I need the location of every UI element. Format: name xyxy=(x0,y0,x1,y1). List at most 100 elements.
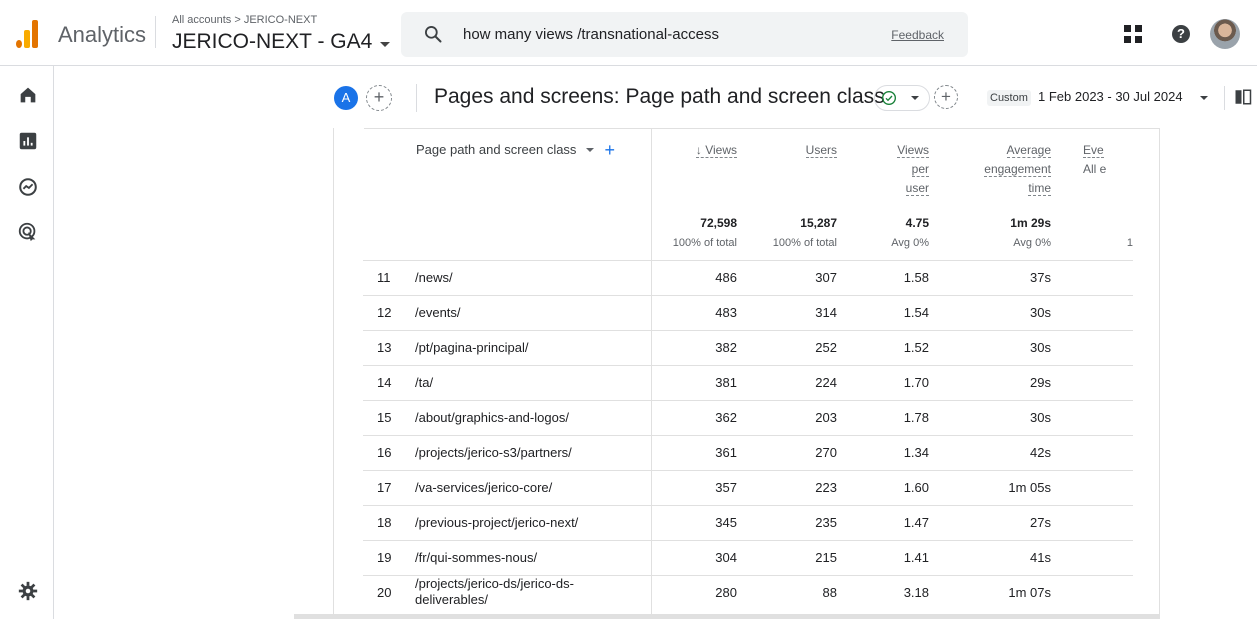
column-header-views-per-user[interactable]: Views per user xyxy=(855,141,929,198)
total-views-per-user-avg: Avg 0% xyxy=(891,237,929,249)
compare-columns-icon[interactable] xyxy=(1234,88,1252,106)
feedback-link[interactable]: Feedback xyxy=(891,28,944,42)
report-status-dropdown[interactable] xyxy=(874,85,930,111)
row-number: 18 xyxy=(377,515,392,530)
dimension-header[interactable]: Page path and screen class + xyxy=(416,141,615,159)
date-mode-label: Custom xyxy=(987,90,1031,106)
table-row[interactable]: 16/projects/jerico-s3/partners/361 270 1.3… xyxy=(363,435,1133,470)
views-per-user-cell: 1.41 xyxy=(903,550,929,565)
average-engagement-time-cell: 27s xyxy=(1030,515,1051,530)
users-cell: 252 xyxy=(815,340,837,355)
total-users-share: 100% of total xyxy=(772,237,837,249)
avatar[interactable] xyxy=(1210,19,1240,49)
total-views-per-user: 4.75 xyxy=(905,216,929,230)
average-engagement-time-cell: 30s xyxy=(1030,305,1051,320)
divider xyxy=(155,16,156,48)
total-views-share: 100% of total xyxy=(672,237,737,249)
property-selector[interactable]: JERICO-NEXT - GA4 xyxy=(172,30,391,54)
average-engagement-time-cell: 1m 05s xyxy=(1008,480,1051,495)
users-cell: 88 xyxy=(822,585,837,600)
views-per-user-cell: 1.52 xyxy=(903,340,929,355)
page-path-link[interactable]: /previous-project/jerico-next/ xyxy=(415,515,635,531)
row-number: 13 xyxy=(377,340,392,355)
settings-icon[interactable] xyxy=(17,580,39,602)
row-number: 15 xyxy=(377,410,392,425)
explore-icon[interactable] xyxy=(17,176,39,198)
divider xyxy=(1224,86,1225,110)
divider xyxy=(416,84,417,112)
table-row[interactable]: 20/projects/jerico-ds/jerico-ds-delivera… xyxy=(363,575,1133,610)
add-comparison-button[interactable]: + xyxy=(366,85,392,111)
table-row[interactable]: 12/events/483 314 1.54 30s xyxy=(363,295,1133,330)
add-dimension-button[interactable]: + xyxy=(604,141,615,159)
views-cell: 486 xyxy=(715,270,737,285)
property-name: JERICO-NEXT - GA4 xyxy=(172,30,373,53)
views-per-user-cell: 1.60 xyxy=(903,480,929,495)
views-cell: 362 xyxy=(715,410,737,425)
page-path-link[interactable]: /pt/pagina-principal/ xyxy=(415,340,635,356)
page-path-link[interactable]: /projects/jerico-s3/partners/ xyxy=(415,445,635,461)
left-navigation xyxy=(0,66,54,619)
views-cell: 304 xyxy=(715,550,737,565)
average-engagement-time-cell: 1m 07s xyxy=(1008,585,1051,600)
chevron-down-icon[interactable] xyxy=(1200,96,1208,100)
views-cell: 345 xyxy=(715,515,737,530)
column-header-users[interactable]: Users xyxy=(755,141,837,160)
search-input[interactable]: how many views /transnational-access xyxy=(463,26,719,43)
views-per-user-cell: 1.47 xyxy=(903,515,929,530)
page-path-link[interactable]: /about/graphics-and-logos/ xyxy=(415,410,635,426)
views-per-user-cell: 3.18 xyxy=(903,585,929,600)
total-average-engagement-time: 1m 29s xyxy=(1010,216,1051,230)
table-row[interactable]: 13/pt/pagina-principal/382 252 1.52 30s xyxy=(363,330,1133,365)
dimension-label: Page path and screen class xyxy=(416,142,577,157)
table-row[interactable]: 11/news/486 307 1.58 37s xyxy=(363,260,1133,295)
page-path-link[interactable]: /projects/jerico-ds/jerico-ds-deliverabl… xyxy=(415,576,635,608)
horizontal-scrollbar[interactable] xyxy=(294,614,1160,619)
table-row[interactable]: 18/previous-project/jerico-next/345 235 1.… xyxy=(363,505,1133,540)
comparison-badge[interactable]: A xyxy=(334,86,358,110)
page-path-link[interactable]: /news/ xyxy=(415,270,635,286)
total-views: 72,598 xyxy=(700,216,737,230)
page-path-link[interactable]: /events/ xyxy=(415,305,635,321)
table-row[interactable]: 15/about/graphics-and-logos/362 203 1.78 30… xyxy=(363,400,1133,435)
search-bar[interactable]: how many views /transnational-access Fee… xyxy=(401,12,968,57)
views-per-user-cell: 1.70 xyxy=(903,375,929,390)
analytics-logo[interactable] xyxy=(16,18,40,48)
page-path-link[interactable]: /va-services/jerico-core/ xyxy=(415,480,635,496)
advertising-icon[interactable] xyxy=(17,221,39,243)
column-header-events[interactable]: Eve All e xyxy=(1083,141,1133,179)
row-number: 11 xyxy=(377,270,391,285)
users-cell: 215 xyxy=(815,550,837,565)
chevron-down-icon[interactable] xyxy=(586,147,595,152)
table-row[interactable]: 19/fr/qui-sommes-nous/304 215 1.41 41s xyxy=(363,540,1133,575)
table-row[interactable]: 17/va-services/jerico-core/357 223 1.60 1m … xyxy=(363,470,1133,505)
page-path-link[interactable]: /fr/qui-sommes-nous/ xyxy=(415,550,635,566)
row-number: 19 xyxy=(377,550,392,565)
reports-icon[interactable] xyxy=(17,130,39,152)
row-number: 16 xyxy=(377,445,392,460)
home-icon[interactable] xyxy=(17,84,39,106)
views-per-user-cell: 1.54 xyxy=(903,305,929,320)
views-per-user-cell: 1.58 xyxy=(903,270,929,285)
search-icon xyxy=(425,26,442,43)
views-cell: 483 xyxy=(715,305,737,320)
column-header-views[interactable]: ↓ Views xyxy=(659,141,737,160)
users-cell: 235 xyxy=(815,515,837,530)
total-users: 15,287 xyxy=(800,216,837,230)
views-cell: 381 xyxy=(715,375,737,390)
add-card-button[interactable]: + xyxy=(934,85,958,109)
help-icon[interactable]: ? xyxy=(1172,25,1190,43)
apps-grid-icon[interactable] xyxy=(1124,25,1142,43)
page-path-link[interactable]: /ta/ xyxy=(415,375,635,391)
average-engagement-time-cell: 37s xyxy=(1030,270,1051,285)
views-per-user-cell: 1.34 xyxy=(903,445,929,460)
users-cell: 224 xyxy=(815,375,837,390)
table-row[interactable]: 14/ta/381 224 1.70 29s xyxy=(363,365,1133,400)
date-range-picker[interactable]: 1 Feb 2023 - 30 Jul 2024 xyxy=(1038,89,1183,104)
users-cell: 270 xyxy=(815,445,837,460)
total-events-share: 1 xyxy=(1126,237,1133,249)
row-number: 14 xyxy=(377,375,392,390)
chevron-down-icon xyxy=(911,96,919,100)
column-header-average-engagement-time[interactable]: Average engagement time xyxy=(953,141,1051,198)
account-breadcrumb[interactable]: All accounts > JERICO-NEXT xyxy=(172,14,317,26)
